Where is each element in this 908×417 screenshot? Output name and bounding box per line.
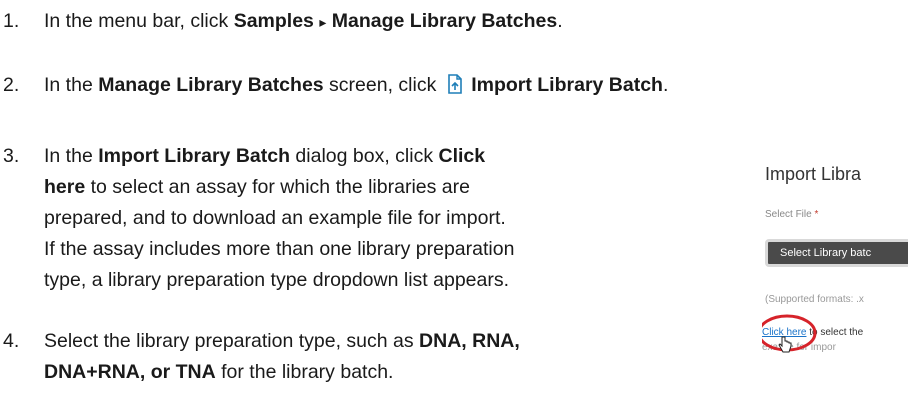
supported-formats-text: (Supported formats: .x: [765, 294, 864, 305]
step-line: here to select an assay for which the li…: [44, 172, 514, 203]
dialog-name: Import Library Batch: [98, 145, 291, 167]
step-text-plain: Select the library preparation type, suc…: [44, 330, 420, 352]
select-file-label: Select File *: [765, 209, 818, 220]
import-file-icon: [446, 73, 464, 104]
step-text-period: .: [662, 74, 669, 96]
dialog-screenshot: Import Libra Select File * Select Librar…: [762, 160, 908, 390]
menu-manage-library-batches: Manage Library Batches: [331, 10, 558, 32]
click-here-bold: Click: [438, 145, 486, 167]
step-line: If the assay includes more than one libr…: [44, 238, 515, 260]
import-library-batch-label: Import Library Batch: [471, 74, 663, 96]
step-text-plain: In the: [44, 145, 99, 167]
step-text-plain: In the: [44, 74, 99, 96]
step-text: In the menu bar, click Samples ▸ Manage …: [44, 6, 563, 38]
menu-samples: Samples: [233, 10, 314, 32]
click-here-bold: here: [44, 176, 86, 198]
required-mark: *: [814, 209, 819, 220]
step-number: 4.: [3, 330, 20, 352]
step-text-plain: In the menu bar, click: [44, 10, 234, 32]
step-line: Select the library preparation type, suc…: [44, 326, 520, 357]
step-text-plain: for the library batch.: [215, 361, 394, 383]
screen-name: Manage Library Batches: [98, 74, 324, 96]
step-line: DNA+RNA, or TNA for the library batch.: [44, 357, 520, 388]
step-text-period: .: [557, 10, 563, 32]
step-text-plain: screen, click: [323, 74, 442, 96]
step-text: In the Manage Library Batches screen, cl…: [44, 70, 668, 104]
step-number: 3.: [3, 145, 20, 167]
step-text: Select the library preparation type, suc…: [44, 326, 520, 388]
step-line: In the Import Library Batch dialog box, …: [44, 141, 514, 172]
step-line: type, a library preparation type dropdow…: [44, 269, 510, 291]
step-text-plain: dialog box, click: [290, 145, 439, 167]
step-text: In the Import Library Batch dialog box, …: [44, 141, 514, 296]
step-number: 2.: [3, 74, 20, 96]
library-type-options: DNA+RNA, or TNA: [44, 361, 216, 383]
select-library-batch-button[interactable]: Select Library batc: [765, 239, 908, 267]
menu-arrow-icon: ▸: [319, 14, 327, 30]
hand-cursor-icon: [778, 336, 792, 353]
dialog-title: Import Libra: [765, 164, 862, 184]
step-line: prepared, and to download an example fil…: [44, 207, 506, 229]
step-number: 1.: [3, 10, 20, 32]
select-file-text: Select File: [765, 209, 812, 220]
library-type-options: DNA, RNA,: [419, 330, 520, 352]
step-text-plain: to select an assay for which the librari…: [85, 176, 470, 198]
